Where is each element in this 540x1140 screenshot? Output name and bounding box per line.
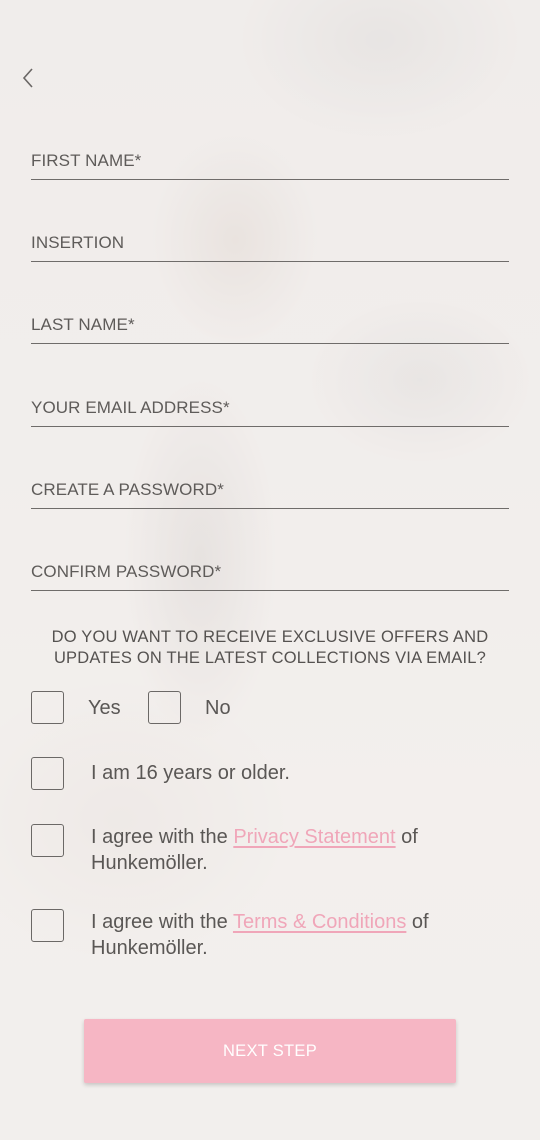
age-checkbox[interactable] bbox=[31, 757, 64, 790]
terms-conditions-link[interactable]: Terms & Conditions bbox=[233, 911, 406, 933]
privacy-checkbox[interactable] bbox=[31, 824, 64, 857]
first-name-input[interactable] bbox=[31, 136, 509, 179]
offers-yes-checkbox[interactable] bbox=[31, 691, 64, 724]
offers-no-label: No bbox=[205, 697, 231, 719]
offers-yes-label: Yes bbox=[88, 697, 121, 719]
last-name-input[interactable] bbox=[31, 300, 509, 343]
offers-no-checkbox[interactable] bbox=[148, 691, 181, 724]
age-label: I am 16 years or older. bbox=[91, 762, 290, 784]
password-field[interactable] bbox=[31, 465, 509, 509]
privacy-statement-link[interactable]: Privacy Statement bbox=[233, 826, 395, 848]
back-button[interactable] bbox=[14, 62, 42, 94]
insertion-input[interactable] bbox=[31, 218, 509, 261]
terms-checkbox[interactable] bbox=[31, 909, 64, 942]
privacy-label: I agree with the Privacy Statement of Hu… bbox=[91, 824, 491, 876]
next-step-button[interactable]: NEXT STEP bbox=[84, 1019, 456, 1083]
email-field[interactable] bbox=[31, 383, 509, 427]
confirm-password-field[interactable] bbox=[31, 547, 509, 591]
email-input[interactable] bbox=[31, 383, 509, 426]
insertion-field[interactable] bbox=[31, 218, 509, 262]
privacy-prefix: I agree with the bbox=[91, 826, 234, 848]
chevron-left-icon bbox=[22, 68, 33, 88]
offers-question: DO YOU WANT TO RECEIVE EXCLUSIVE OFFERS … bbox=[51, 628, 489, 667]
first-name-field[interactable] bbox=[31, 136, 509, 180]
terms-prefix: I agree with the bbox=[91, 911, 233, 933]
last-name-field[interactable] bbox=[31, 300, 509, 344]
password-input[interactable] bbox=[31, 465, 509, 508]
registration-screen: DO YOU WANT TO RECEIVE EXCLUSIVE OFFERS … bbox=[0, 0, 540, 1140]
confirm-password-input[interactable] bbox=[31, 547, 509, 590]
terms-label: I agree with the Terms & Conditions of H… bbox=[91, 909, 491, 961]
